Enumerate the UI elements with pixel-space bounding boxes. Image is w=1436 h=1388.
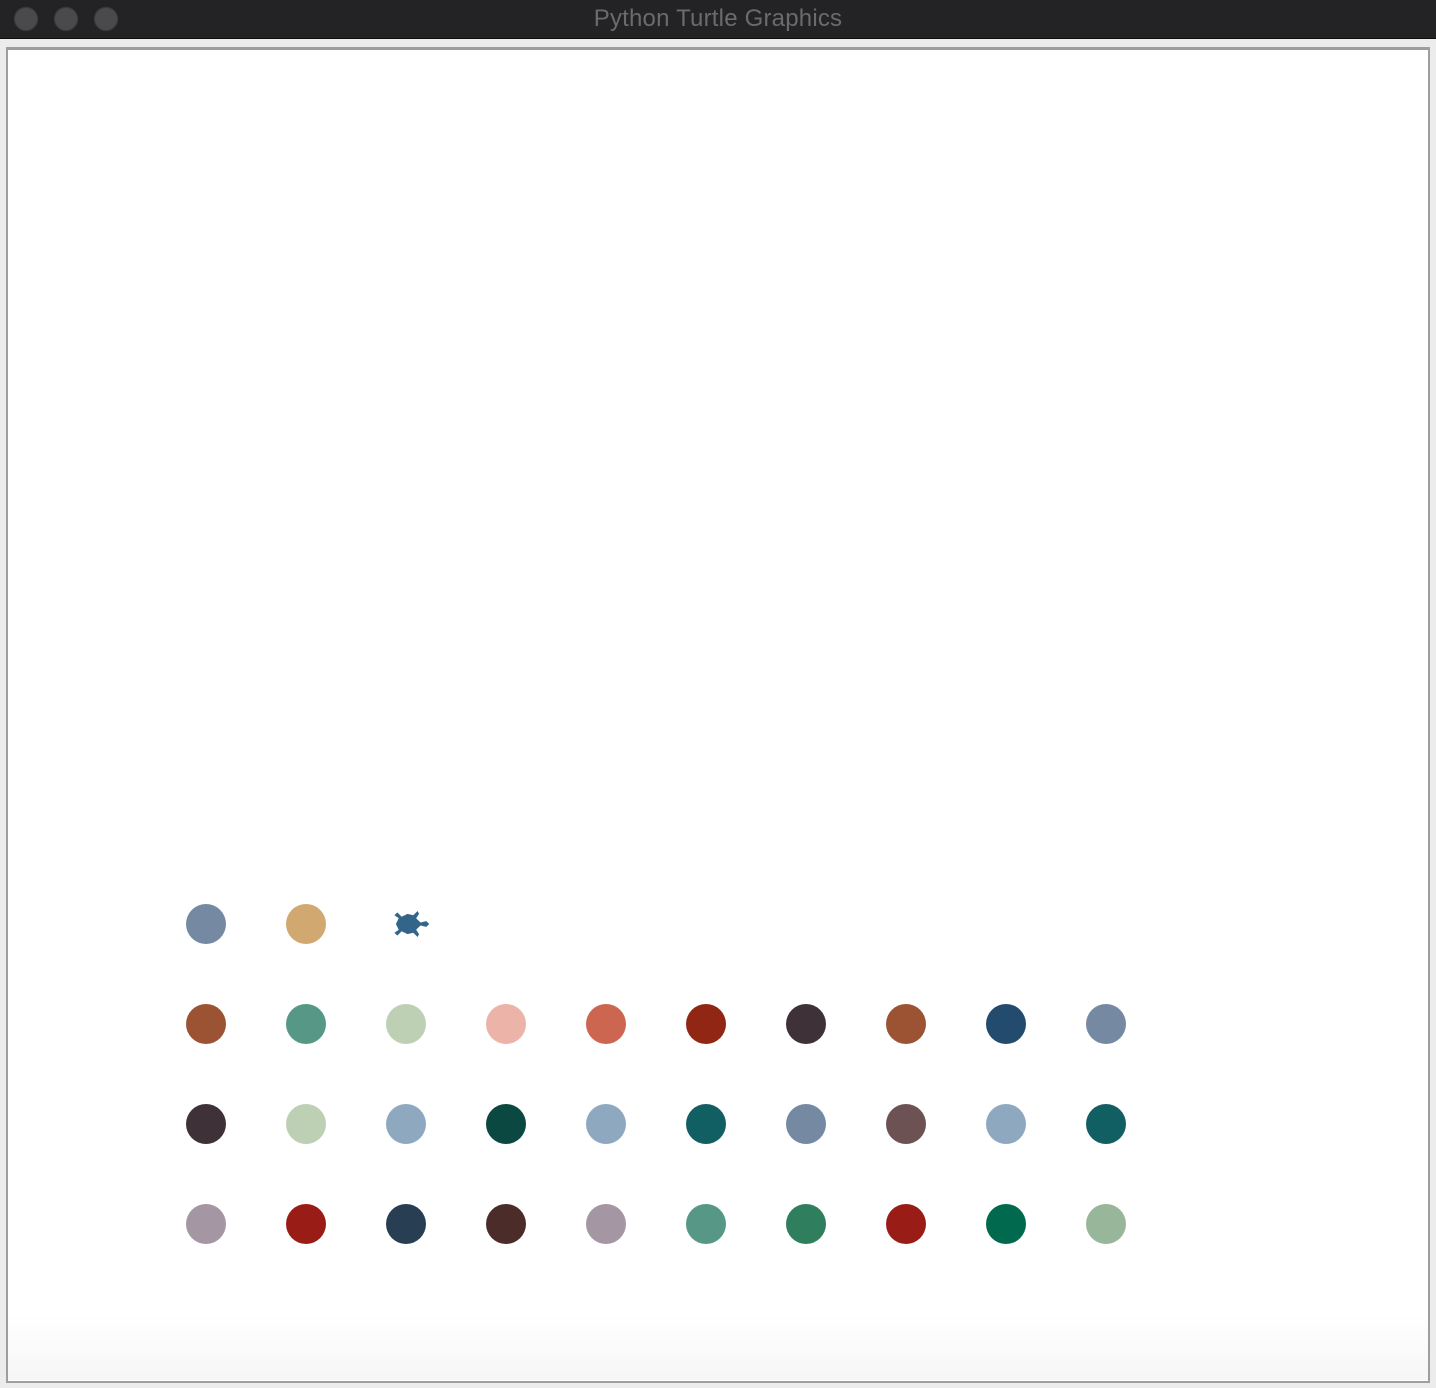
dot-r4-c2 xyxy=(286,1204,326,1244)
dot-r1-c2 xyxy=(286,904,326,944)
turtle-graphics-window: Python Turtle Graphics xyxy=(0,0,1436,1388)
dot-r4-c4 xyxy=(486,1204,526,1244)
turtle-canvas[interactable] xyxy=(8,50,1428,1380)
dot-r3-c4 xyxy=(486,1104,526,1144)
dot-r3-c8 xyxy=(886,1104,926,1144)
dot-r3-c7 xyxy=(786,1104,826,1144)
dot-r2-c4 xyxy=(486,1004,526,1044)
dot-r1-c1 xyxy=(186,904,226,944)
dot-r3-c3 xyxy=(386,1104,426,1144)
dot-r3-c2 xyxy=(286,1104,326,1144)
dot-r2-c5 xyxy=(586,1004,626,1044)
dot-r4-c8 xyxy=(886,1204,926,1244)
dot-r3-c5 xyxy=(586,1104,626,1144)
dot-r2-c9 xyxy=(986,1004,1026,1044)
dot-r3-c1 xyxy=(186,1104,226,1144)
turtle-icon xyxy=(394,910,430,938)
window-title: Python Turtle Graphics xyxy=(593,5,843,32)
dot-r2-c10 xyxy=(1086,1004,1126,1044)
dot-r4-c3 xyxy=(386,1204,426,1244)
dot-r4-c5 xyxy=(586,1204,626,1244)
dot-r2-c1 xyxy=(186,1004,226,1044)
dot-r4-c10 xyxy=(1086,1204,1126,1244)
dot-r4-c6 xyxy=(686,1204,726,1244)
dot-r3-c9 xyxy=(986,1104,1026,1144)
dot-r2-c8 xyxy=(886,1004,926,1044)
title-bar[interactable]: Python Turtle Graphics xyxy=(0,0,1436,39)
dot-r3-c6 xyxy=(686,1104,726,1144)
dot-r2-c2 xyxy=(286,1004,326,1044)
turtle-shape xyxy=(394,910,430,938)
dot-r4-c7 xyxy=(786,1204,826,1244)
dot-r4-c9 xyxy=(986,1204,1026,1244)
dot-r4-c1 xyxy=(186,1204,226,1244)
dot-r2-c7 xyxy=(786,1004,826,1044)
dot-r2-c3 xyxy=(386,1004,426,1044)
dot-r2-c6 xyxy=(686,1004,726,1044)
dot-r3-c10 xyxy=(1086,1104,1126,1144)
